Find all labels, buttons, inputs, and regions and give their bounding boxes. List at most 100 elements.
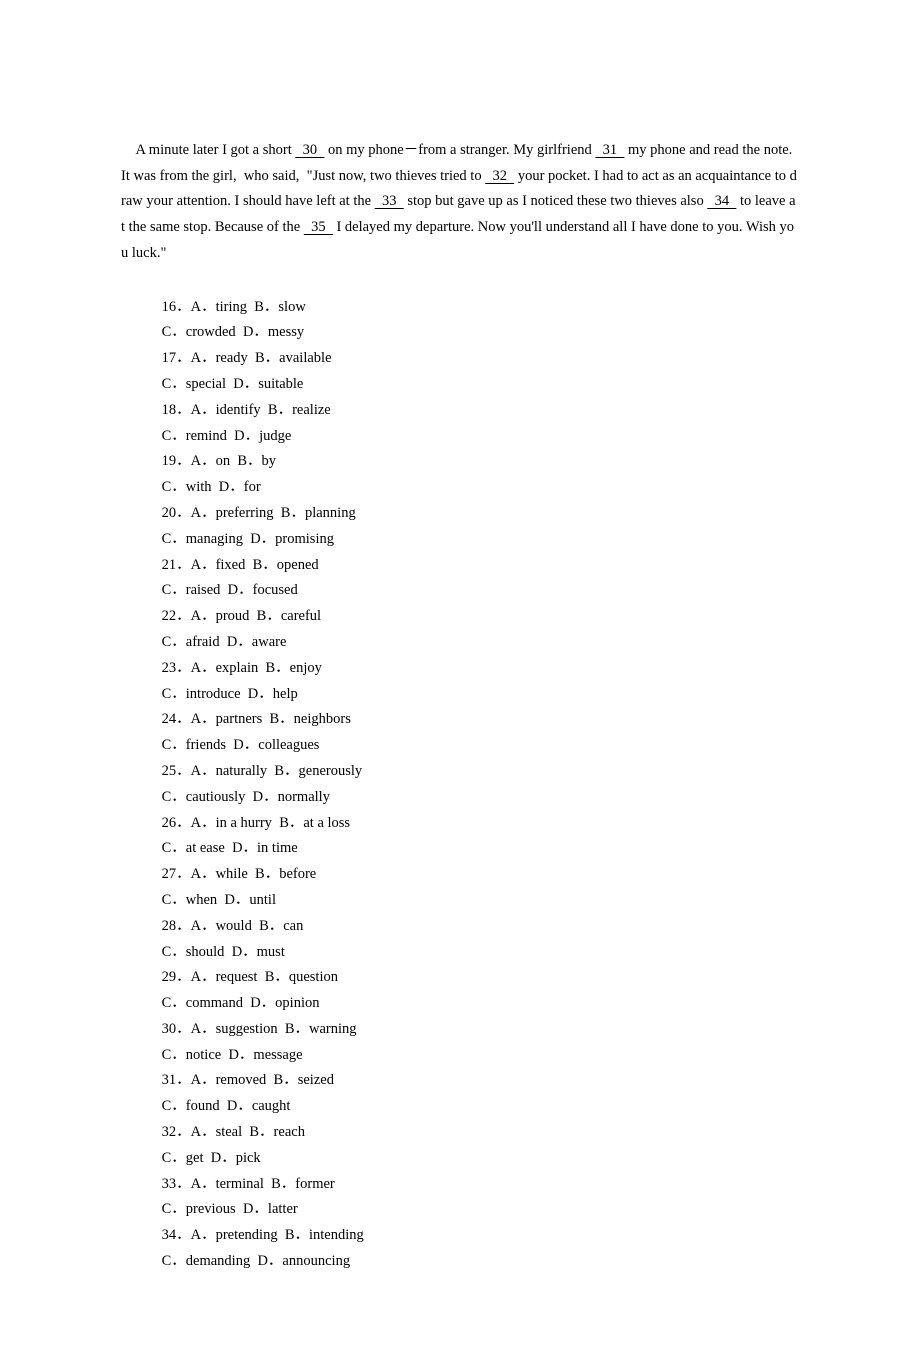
document-page: A minute later I got a short 30 on my ph… xyxy=(0,0,920,1355)
option-a: A．while xyxy=(191,866,248,882)
question-row-ab: 27．A．while B．before xyxy=(162,862,799,888)
option-b: B．enjoy xyxy=(266,660,322,676)
option-b: B．opened xyxy=(253,557,319,573)
option-d: D．suitable xyxy=(233,376,303,392)
option-a: A．partners xyxy=(191,711,263,727)
option-a: A．ready xyxy=(191,350,248,366)
option-b: B．careful xyxy=(257,608,321,624)
option-d: D．promising xyxy=(250,531,334,547)
question-number: 28． xyxy=(162,918,191,934)
question-row-cd: C．cautiously D．normally xyxy=(162,785,799,811)
option-a: A．tiring xyxy=(191,299,247,315)
option-d: D．opinion xyxy=(250,995,319,1011)
option-b: B．former xyxy=(271,1176,335,1192)
option-c: C．special xyxy=(162,376,226,392)
option-a: A．naturally xyxy=(191,763,268,779)
question-list: 16．A．tiring B．slowC．crowded D．messy17．A．… xyxy=(121,295,799,1275)
option-d: D．latter xyxy=(243,1201,298,1217)
question-row-cd: C．remind D．judge xyxy=(162,424,799,450)
blank-31: 31 xyxy=(595,142,624,158)
question-row-cd: C．notice D．message xyxy=(162,1043,799,1069)
option-c: C．introduce xyxy=(162,686,241,702)
option-d: D．messy xyxy=(243,324,304,340)
question-number: 30． xyxy=(162,1021,191,1037)
question-number: 22． xyxy=(162,608,191,624)
option-d: D．caught xyxy=(227,1098,291,1114)
option-d: D．help xyxy=(248,686,298,702)
option-c: C．demanding xyxy=(162,1253,251,1269)
question-row-cd: C．afraid D．aware xyxy=(162,630,799,656)
option-d: D．focused xyxy=(228,582,298,598)
option-d: D．judge xyxy=(234,428,291,444)
question-row-cd: C．managing D．promising xyxy=(162,527,799,553)
option-a: A．request xyxy=(191,969,258,985)
question-row-ab: 33．A．terminal B．former xyxy=(162,1172,799,1198)
option-b: B．seized xyxy=(274,1072,334,1088)
question-number: 34． xyxy=(162,1227,191,1243)
cloze-passage: A minute later I got a short 30 on my ph… xyxy=(121,112,799,293)
option-c: C．friends xyxy=(162,737,226,753)
option-a: A．would xyxy=(191,918,252,934)
question-row-cd: C．introduce D．help xyxy=(162,682,799,708)
option-d: D．for xyxy=(219,479,261,495)
question-row-cd: C．found D．caught xyxy=(162,1094,799,1120)
question-number: 23． xyxy=(162,660,191,676)
question-row-ab: 21．A．fixed B．opened xyxy=(162,553,799,579)
question-number: 27． xyxy=(162,866,191,882)
option-d: D．colleagues xyxy=(233,737,319,753)
question-row-ab: 20．A．preferring B．planning xyxy=(162,501,799,527)
question-row-cd: C．when D．until xyxy=(162,888,799,914)
question-row-cd: C．command D．opinion xyxy=(162,991,799,1017)
question-row-cd: C．special D．suitable xyxy=(162,372,799,398)
question-row-cd: C．previous D．latter xyxy=(162,1197,799,1223)
question-row-cd: C．at ease D．in time xyxy=(162,836,799,862)
option-c: C．previous xyxy=(162,1201,236,1217)
option-b: B．can xyxy=(259,918,303,934)
option-a: A．suggestion xyxy=(191,1021,278,1037)
question-row-ab: 34．A．pretending B．intending xyxy=(162,1223,799,1249)
option-b: B．before xyxy=(255,866,316,882)
question-row-ab: 22．A．proud B．careful xyxy=(162,604,799,630)
option-d: D．must xyxy=(232,944,285,960)
option-c: C．raised xyxy=(162,582,221,598)
option-a: A．terminal xyxy=(191,1176,264,1192)
option-c: C．with xyxy=(162,479,212,495)
blank-34: 34 xyxy=(707,193,736,209)
option-b: B．by xyxy=(237,453,276,469)
question-row-cd: C．should D．must xyxy=(162,940,799,966)
option-a: A．fixed xyxy=(191,557,246,573)
option-b: B．warning xyxy=(285,1021,357,1037)
question-number: 16． xyxy=(162,299,191,315)
blank-33: 33 xyxy=(375,193,404,209)
option-a: A．removed xyxy=(191,1072,267,1088)
question-row-ab: 17．A．ready B．available xyxy=(162,346,799,372)
question-row-ab: 26．A．in a hurry B．at a loss xyxy=(162,811,799,837)
question-row-ab: 23．A．explain B．enjoy xyxy=(162,656,799,682)
question-number: 26． xyxy=(162,815,191,831)
option-a: A．steal xyxy=(191,1124,243,1140)
option-d: D．announcing xyxy=(257,1253,350,1269)
option-b: B．question xyxy=(265,969,338,985)
option-b: B．reach xyxy=(249,1124,305,1140)
option-a: A．on xyxy=(191,453,230,469)
question-row-cd: C．get D．pick xyxy=(162,1146,799,1172)
passage-text: stop but gave up as I noticed these two … xyxy=(404,193,708,209)
question-number: 32． xyxy=(162,1124,191,1140)
question-row-ab: 16．A．tiring B．slow xyxy=(162,295,799,321)
option-d: D．until xyxy=(224,892,276,908)
option-b: B．available xyxy=(255,350,332,366)
option-a: A．pretending xyxy=(191,1227,278,1243)
question-row-ab: 18．A．identify B．realize xyxy=(162,398,799,424)
question-row-ab: 29．A．request B．question xyxy=(162,965,799,991)
question-row-ab: 28．A．would B．can xyxy=(162,914,799,940)
option-c: C．crowded xyxy=(162,324,236,340)
question-number: 17． xyxy=(162,350,191,366)
question-number: 21． xyxy=(162,557,191,573)
question-number: 24． xyxy=(162,711,191,727)
blank-32: 32 xyxy=(485,168,514,184)
option-b: B．realize xyxy=(268,402,331,418)
option-c: C．notice xyxy=(162,1047,222,1063)
passage-text: on my phone－from a stranger. My girlfrie… xyxy=(324,142,595,158)
option-c: C．get xyxy=(162,1150,204,1166)
option-b: B．planning xyxy=(281,505,356,521)
